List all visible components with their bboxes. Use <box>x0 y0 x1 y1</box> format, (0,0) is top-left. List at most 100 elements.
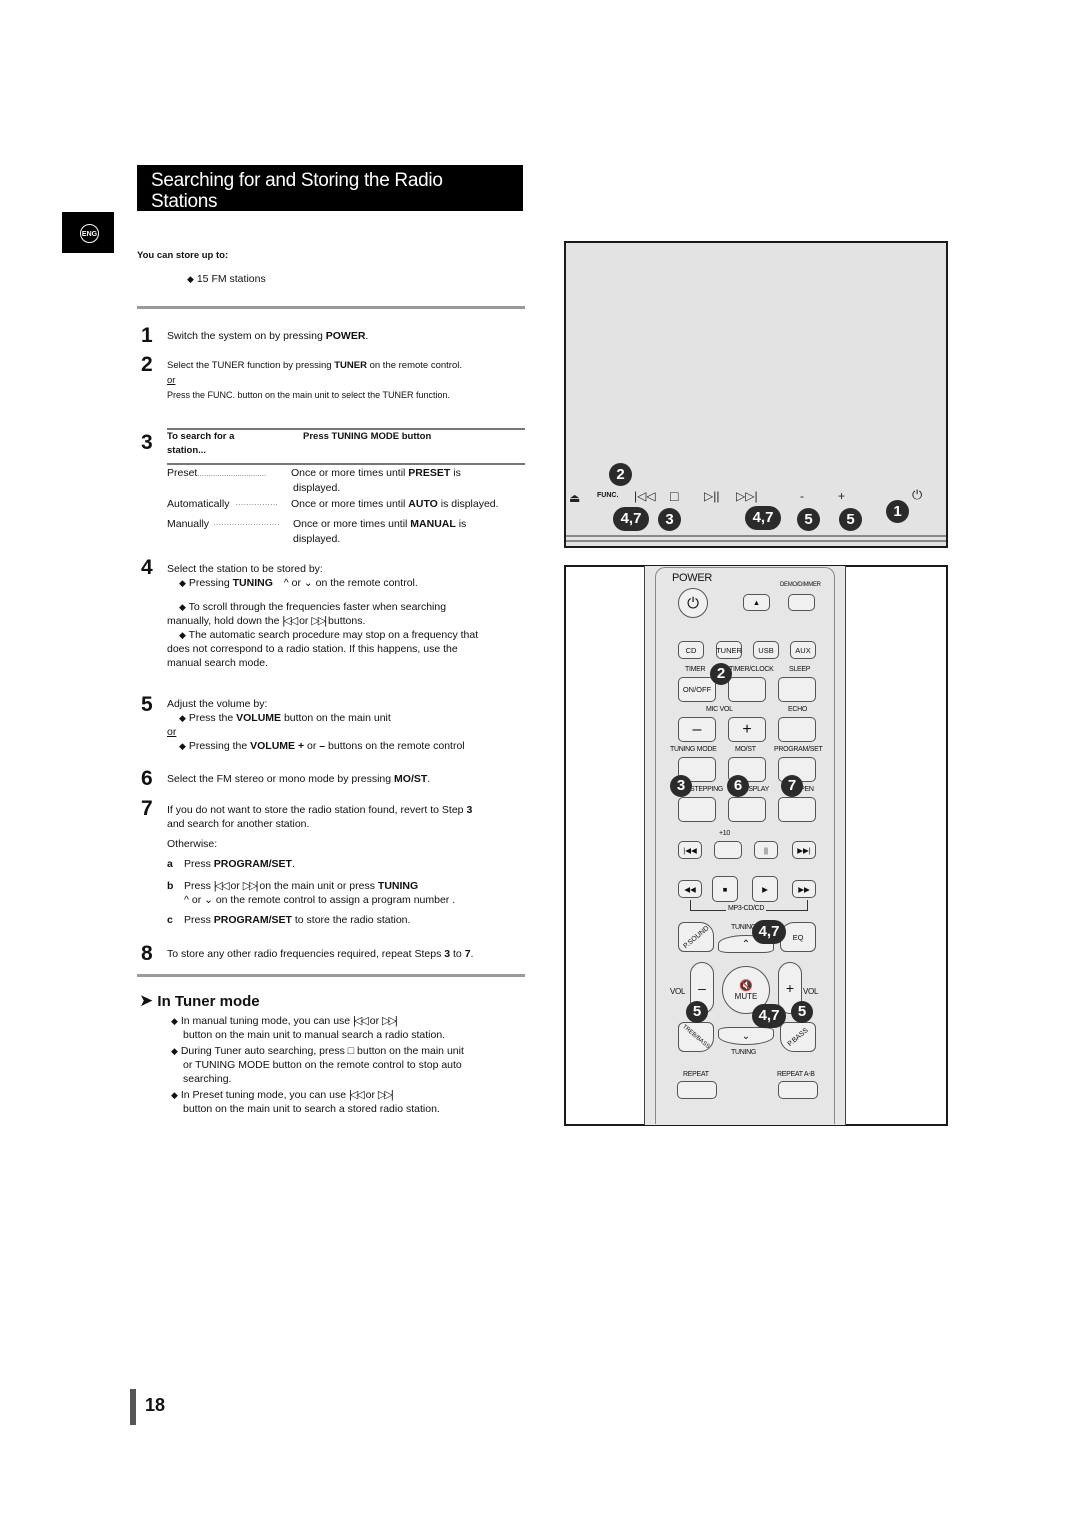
page-title-line1: Searching for and Storing the Radio <box>151 170 443 191</box>
power-button[interactable]: ⏻ <box>678 588 708 618</box>
text: or <box>366 1015 382 1027</box>
note-heading: ➤ In Tuner mode <box>139 991 260 1011</box>
step-5-text: Adjust the volume by: ◆ Press the VOLUME… <box>167 697 517 753</box>
mic-vol-up-button[interactable]: + <box>728 717 766 742</box>
step-4-text: Select the station to be stored by: ◆ Pr… <box>167 562 517 670</box>
play-button[interactable]: ▶ <box>752 876 778 902</box>
text: on the remote control to assign a progra… <box>212 894 456 906</box>
callout-badge: 5 <box>686 1001 708 1023</box>
eq-button[interactable]: EQ <box>780 922 816 952</box>
or-text: or <box>167 726 177 738</box>
next-icon: ▷▷| <box>377 1089 394 1101</box>
repeat-button[interactable] <box>677 1081 717 1099</box>
func-button[interactable]: FUNC. <box>597 492 618 499</box>
text: During Tuner auto searching, press <box>180 1045 348 1057</box>
next-icon[interactable]: ▷▷| <box>736 489 758 503</box>
prev-icon[interactable]: |◁◁ <box>634 489 656 503</box>
demo-label: DEMO/DIMMER <box>780 582 821 588</box>
text: buttons. <box>325 615 366 627</box>
step-4-bullet: ◆ The automatic search procedure may sto… <box>179 628 517 642</box>
display-button[interactable] <box>728 797 766 822</box>
power-icon[interactable]: ⏻ <box>912 487 922 503</box>
echo-button[interactable] <box>778 717 816 742</box>
mic-vol-down-button[interactable]: – <box>678 717 716 742</box>
stop-icon[interactable]: □ <box>670 488 678 504</box>
unit-edge-line <box>566 535 946 537</box>
timer-on-off-button[interactable]: ON/OFF <box>678 677 716 702</box>
volume-down-icon[interactable]: - <box>800 489 804 503</box>
step-number: 5 <box>141 693 153 716</box>
timer-clock-button[interactable] <box>728 677 766 702</box>
callout-badge: 4,7 <box>752 1004 786 1028</box>
text: P.BASS <box>786 1026 810 1048</box>
mode-label: Automatically <box>167 498 230 510</box>
bold-text: PROGRAM/SET <box>213 858 292 870</box>
treb-bass-button[interactable]: TREB/BASS <box>678 1022 714 1052</box>
tuner-button[interactable]: TUNER <box>716 641 742 659</box>
text: button on the main unit to manual search… <box>183 1029 446 1041</box>
psound-button[interactable]: P.SOUND <box>678 922 714 952</box>
pause-button[interactable]: || <box>754 841 778 859</box>
eject-icon[interactable]: ⏏ <box>569 491 580 505</box>
play-pause-icon[interactable]: ▷|| <box>704 489 719 503</box>
text: manual search mode. <box>167 657 268 669</box>
volume-up-icon[interactable]: + <box>838 489 845 503</box>
section-divider <box>137 306 525 309</box>
prev-icon: |◁◁ <box>348 1089 365 1101</box>
cd-button[interactable]: CD <box>678 641 704 659</box>
callout-badge: 7 <box>781 775 803 797</box>
text: To scroll through the frequencies faster… <box>188 601 447 613</box>
text: Pressing <box>188 577 233 589</box>
fast-forward-icon: ▶▶ <box>798 884 810 894</box>
tuning-down-button[interactable]: ⌄ <box>718 1027 774 1045</box>
callout-badge: 4,7 <box>752 920 786 944</box>
text: button on the main unit <box>354 1045 464 1057</box>
note-body: ◆ In manual tuning mode, you can use |◁◁… <box>171 1014 521 1116</box>
usb-button[interactable]: USB <box>753 641 779 659</box>
vol-label: VOL <box>803 987 819 996</box>
step-number: 1 <box>141 324 153 347</box>
open-button[interactable] <box>778 797 816 822</box>
stop-button[interactable]: ■ <box>712 876 738 902</box>
repeat-ab-label: REPEAT A-B <box>777 1071 815 1078</box>
step-number: 6 <box>141 767 153 790</box>
leader-dots: ················ <box>235 500 279 509</box>
leader-dots: ............................... <box>197 469 267 478</box>
plus10-button[interactable] <box>714 841 742 859</box>
step-4-line: manually, hold down the |◁◁ or ▷▷| butto… <box>167 614 517 628</box>
aux-button[interactable]: AUX <box>790 641 816 659</box>
row-text: Once or more times until AUTO is display… <box>291 497 499 511</box>
chevron-down-icon: ⌄ <box>741 1030 751 1042</box>
text: In Preset tuning mode, you can use <box>180 1089 349 1101</box>
text: Otherwise: <box>167 838 218 850</box>
skip-back-button[interactable]: |◀◀ <box>678 841 702 859</box>
step-number: 2 <box>141 353 153 376</box>
fast-forward-button[interactable]: ▶▶ <box>792 880 816 898</box>
page-number: 18 <box>145 1395 166 1415</box>
repeat-ab-button[interactable] <box>778 1081 818 1099</box>
text: MUTE <box>734 992 758 1001</box>
text: or <box>304 740 320 752</box>
skip-forward-button[interactable]: ▶▶| <box>792 841 816 859</box>
stepping-button[interactable] <box>678 797 716 822</box>
text: on the remote control. <box>315 577 418 589</box>
eject-button[interactable]: ▲ <box>743 594 770 611</box>
pbass-button[interactable]: P.BASS <box>780 1022 816 1052</box>
tuning-down-label: TUNING <box>731 1049 757 1056</box>
step-1-text: Switch the system on by pressing POWER. <box>167 329 368 343</box>
text: Pressing the <box>188 740 251 752</box>
sleep-button[interactable] <box>778 677 816 702</box>
bold-text: MANUAL <box>410 518 456 530</box>
repeat-label: REPEAT <box>683 1071 709 1078</box>
bold-text: MO/ST <box>394 773 428 785</box>
rewind-button[interactable]: ◀◀ <box>678 880 702 898</box>
page-title: Searching for and Storing the Radio Stat… <box>137 165 523 212</box>
text: or TUNING MODE button on the remote cont… <box>183 1059 462 1071</box>
text: . <box>427 773 431 785</box>
mute-icon: 🔇 <box>739 980 753 992</box>
demo-dimmer-button[interactable] <box>788 594 815 611</box>
unit-edge-line <box>566 540 946 542</box>
diamond-bullet-icon: ◆ <box>179 713 186 723</box>
text: Once or more times until <box>291 467 409 479</box>
text: or <box>227 880 243 892</box>
